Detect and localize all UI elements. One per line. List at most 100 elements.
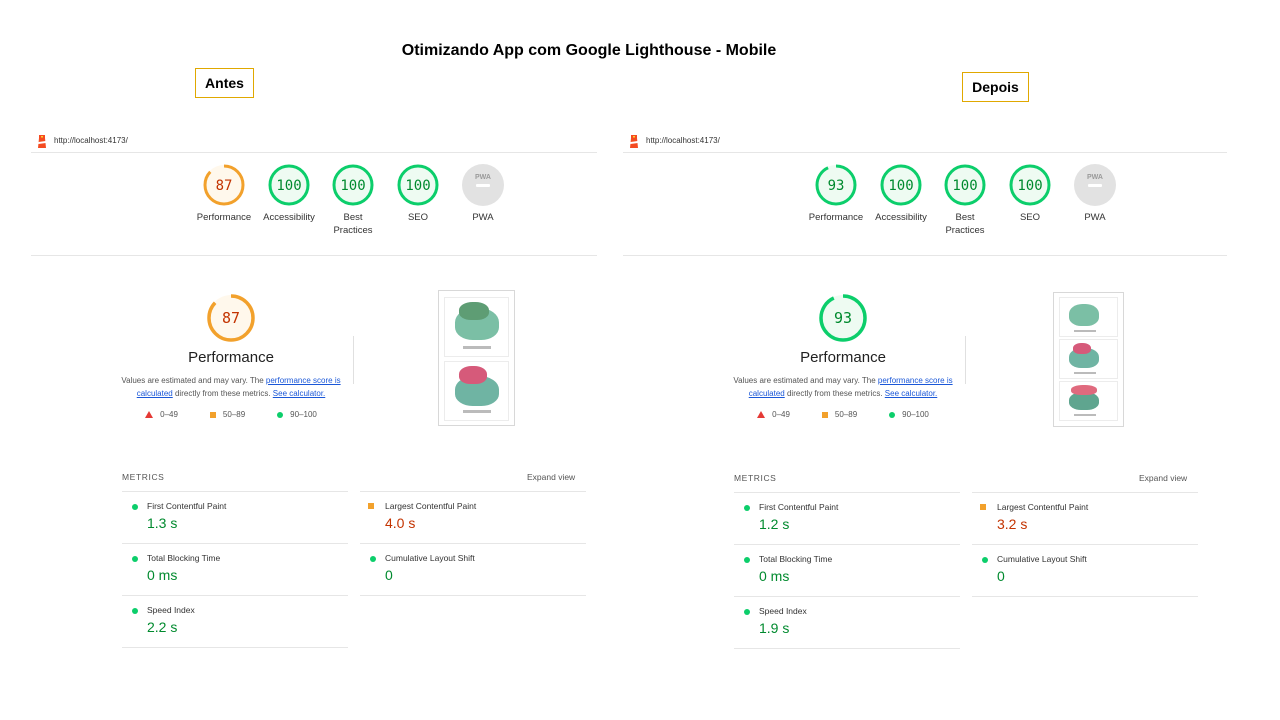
gauge-best-practices[interactable]: 100 Best Practices [933, 163, 997, 237]
pass-icon [132, 504, 138, 510]
metric-tbt: Total Blocking Time 0 ms [122, 543, 348, 595]
pokemon-image [1069, 304, 1099, 326]
page-title: Otimizando App com Google Lighthouse - M… [401, 42, 777, 59]
metric-cls: Cumulative Layout Shift 0 [972, 544, 1198, 596]
metric-label: Total Blocking Time [147, 553, 221, 563]
svg-text:100: 100 [405, 178, 430, 194]
legend-fail: 0–49 [145, 410, 178, 419]
circle-icon [889, 411, 896, 418]
category-gauges: 93 Performance 100 Accessibility 100 Bes… [623, 163, 1227, 256]
screenshot-thumbnail[interactable] [1053, 292, 1124, 427]
svg-text:93: 93 [834, 309, 852, 327]
metric-label: Cumulative Layout Shift [385, 553, 475, 563]
gauge-seo[interactable]: 100 SEO [998, 163, 1062, 224]
performance-note: Values are estimated and may vary. The p… [728, 374, 958, 400]
gauge-best-practices[interactable]: 100 Best Practices [321, 163, 385, 237]
before-label: Antes [195, 68, 254, 98]
pass-icon [132, 556, 138, 562]
legend-pass: 90–100 [889, 410, 929, 419]
metric-label: Largest Contentful Paint [385, 501, 477, 511]
metrics-heading: METRICS [122, 472, 165, 482]
svg-text:100: 100 [276, 178, 301, 194]
score-legend: 0–49 50–89 90–100 [728, 410, 958, 419]
gauge-performance[interactable]: 93 Performance [804, 163, 868, 224]
gauge-ring: 100 [332, 164, 374, 206]
pass-icon [744, 557, 750, 563]
metric-si: Speed Index 1.9 s [734, 596, 960, 648]
pokemon-image [459, 302, 489, 320]
note-text: Values are estimated and may vary. The [121, 376, 266, 385]
gauge-performance[interactable]: 87 Performance [192, 163, 256, 224]
legend-pass: 90–100 [277, 410, 317, 419]
pokemon-name [463, 346, 491, 349]
pass-icon [744, 609, 750, 615]
lighthouse-logo-icon [38, 135, 46, 148]
note-text: Values are estimated and may vary. The [733, 376, 878, 385]
screenshot-thumbnail[interactable] [438, 290, 515, 426]
performance-note: Values are estimated and may vary. The p… [116, 374, 346, 400]
svg-text:87: 87 [222, 309, 240, 327]
gauge-ring: 87 [203, 164, 245, 206]
gauge-accessibility[interactable]: 100 Accessibility [869, 163, 933, 224]
pokemon-card [1059, 297, 1118, 337]
performance-title: Performance [800, 349, 886, 366]
report-url[interactable]: http://localhost:4173/ [646, 136, 720, 145]
divider [965, 336, 966, 384]
metric-value: 2.2 s [147, 619, 178, 635]
metrics-heading: METRICS [734, 473, 777, 483]
performance-summary: 87 Performance Values are estimated and … [116, 293, 346, 419]
gauge-pwa[interactable]: PWA PWA [1063, 163, 1127, 224]
svg-text:100: 100 [1017, 178, 1042, 194]
pokemon-name [1074, 414, 1096, 416]
expand-view-button[interactable]: Expand view [527, 472, 575, 482]
metric-value: 0 [997, 568, 1005, 584]
metric-value: 1.2 s [759, 516, 790, 532]
svg-text:87: 87 [216, 178, 233, 194]
legend-average: 50–89 [209, 410, 245, 419]
gauge-ring: 100 [1009, 164, 1051, 206]
note-text: directly from these metrics. [784, 389, 885, 398]
average-icon [980, 504, 986, 510]
metric-label: Total Blocking Time [759, 554, 833, 564]
svg-text:PWA: PWA [1087, 174, 1103, 181]
metric-value: 0 ms [147, 567, 178, 583]
performance-title: Performance [188, 349, 274, 366]
divider [122, 647, 348, 648]
gauge-label: SEO [1019, 212, 1041, 223]
metric-si: Speed Index 2.2 s [122, 595, 348, 647]
score-legend: 0–49 50–89 90–100 [116, 410, 346, 419]
pwa-badge-icon: PWA [1074, 164, 1116, 206]
performance-gauge: 93 [819, 294, 867, 342]
svg-text:100: 100 [952, 178, 977, 194]
divider [360, 595, 586, 596]
gauge-accessibility[interactable]: 100 Accessibility [257, 163, 321, 224]
metric-lcp: Largest Contentful Paint 4.0 s [360, 491, 586, 543]
average-icon [368, 503, 374, 509]
gauge-label: PWA [1084, 212, 1106, 223]
gauge-seo[interactable]: 100 SEO [386, 163, 450, 224]
see-calculator-link[interactable]: See calculator. [885, 389, 937, 398]
svg-text:100: 100 [340, 178, 365, 194]
pokemon-card [1059, 381, 1118, 421]
metric-fcp: First Contentful Paint 1.2 s [734, 492, 960, 544]
pokemon-card [444, 361, 509, 421]
pokemon-image [1071, 385, 1097, 395]
pwa-badge-icon: PWA [462, 164, 504, 206]
see-calculator-link[interactable]: See calculator. [273, 389, 325, 398]
pass-icon [744, 505, 750, 511]
expand-view-button[interactable]: Expand view [1139, 473, 1187, 483]
metric-fcp: First Contentful Paint 1.3 s [122, 491, 348, 543]
report-url[interactable]: http://localhost:4173/ [54, 136, 128, 145]
category-gauges: 87 Performance 100 Accessibility 100 Bes… [31, 163, 597, 256]
note-text: directly from these metrics. [172, 389, 273, 398]
metric-value: 4.0 s [385, 515, 416, 531]
gauge-pwa[interactable]: PWA PWA [451, 163, 515, 224]
gauge-ring: 93 [815, 164, 857, 206]
gauge-ring: 100 [944, 164, 986, 206]
gauge-label: Best Practices [945, 212, 985, 236]
gauge-label: PWA [472, 212, 494, 223]
metric-label: First Contentful Paint [759, 502, 839, 512]
legend-fail: 0–49 [757, 410, 790, 419]
metric-label: First Contentful Paint [147, 501, 227, 511]
after-label: Depois [962, 72, 1029, 102]
